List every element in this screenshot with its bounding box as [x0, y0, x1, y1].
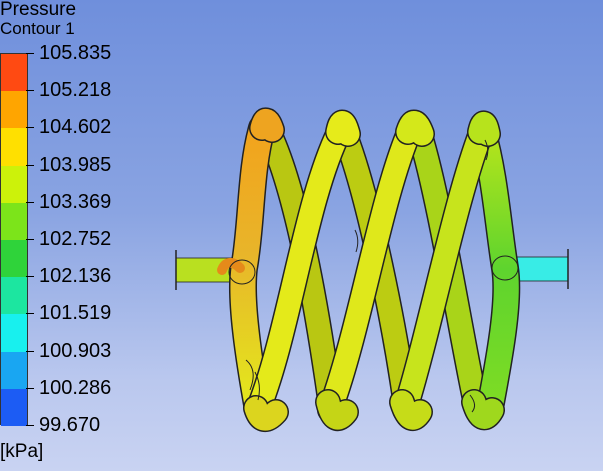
coil-right-end [468, 116, 521, 422]
coil-bottom-arcs [243, 389, 505, 432]
helical-coil-pressure-contour [175, 107, 569, 432]
coil-top-arcs [249, 107, 501, 147]
coil-left-end [217, 114, 276, 424]
